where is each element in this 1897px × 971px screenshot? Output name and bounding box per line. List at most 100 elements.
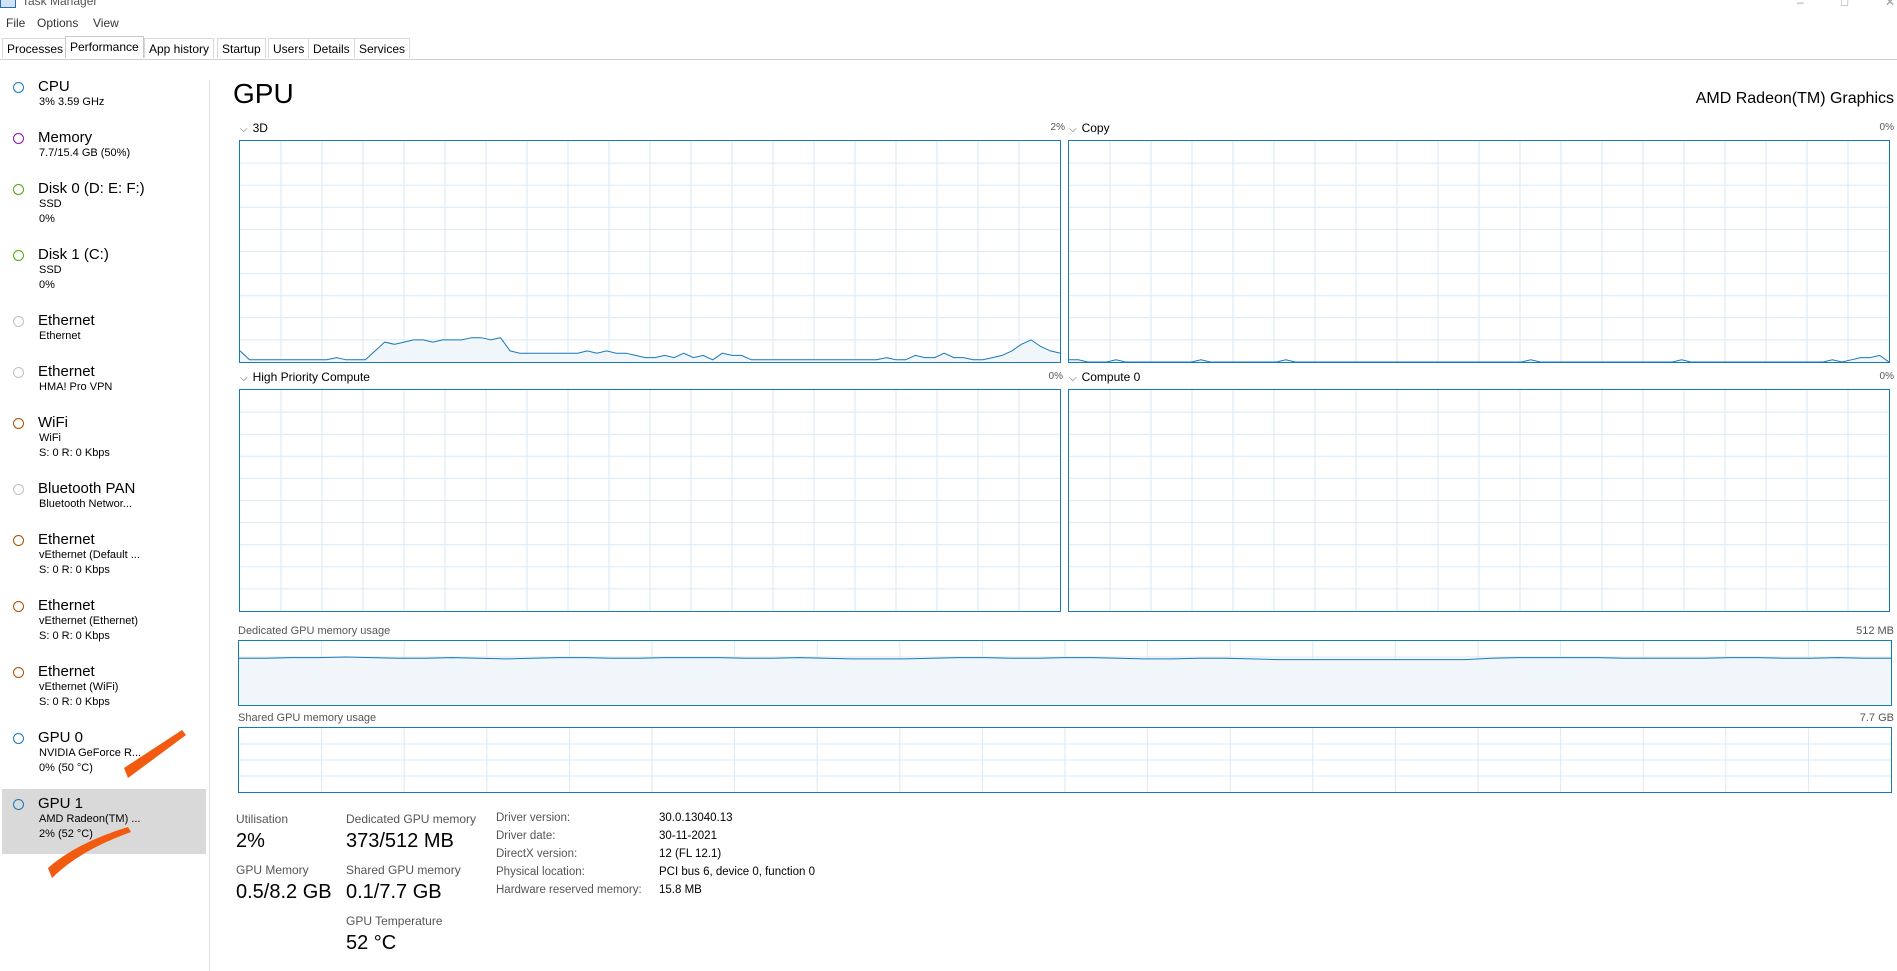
driver-version-value: 30.0.13040.13 [659, 812, 733, 824]
chevron-down-icon: ⌵ [240, 124, 248, 135]
directx-version-label: DirectX version: [496, 848, 578, 860]
close-button[interactable]: ✕ [1885, 0, 1895, 9]
shared-gpu-memory-value: 0.1/7.7 GB [346, 881, 442, 903]
dedicated-memory-label: Dedicated GPU memory usage [238, 625, 391, 637]
sidebar-item-stat: 2% (52 °C) [39, 828, 93, 840]
sidebar-item-name: Ethernet [38, 312, 95, 329]
sidebar-item-ethernet[interactable]: Ethernet vEthernet (Ethernet) S: 0 R: 0 Kb… [2, 597, 206, 655]
tab-details[interactable]: Details [308, 38, 355, 58]
sidebar-item-detail: 3% 3.59 GHz [39, 96, 105, 108]
sidebar-item-detail: vEthernet (Ethernet) [39, 615, 139, 627]
tab-performance[interactable]: Performance [65, 36, 144, 58]
engine-selector-copy[interactable]: ⌵ Copy [1069, 121, 1110, 135]
tab-startup[interactable]: Startup [217, 38, 266, 58]
sidebar-item-name: Disk 1 (C:) [38, 246, 109, 263]
chevron-down-icon: ⌵ [1069, 373, 1077, 384]
sidebar-item-stat: 0% [39, 279, 55, 291]
engine-selector-high-priority-compute[interactable]: ⌵ High Priority Compute [240, 370, 370, 384]
sidebar-item-stat: 0% (50 °C) [39, 762, 93, 774]
sidebar-item-name: GPU 1 [38, 795, 84, 812]
directx-version-value: 12 (FL 12.1) [659, 848, 722, 860]
sidebar-item-name: CPU [38, 78, 70, 95]
status-circle-icon [13, 601, 24, 612]
sidebar-divider [209, 80, 210, 971]
engine-graph-high-priority-compute [239, 389, 1061, 612]
sidebar-item-disk-0-d-e-f[interactable]: Disk 0 (D: E: F:) SSD 0% [2, 180, 206, 238]
sidebar-item-stat: S: 0 R: 0 Kbps [39, 630, 110, 642]
sidebar-item-detail: SSD [39, 198, 62, 210]
page-title: GPU [233, 78, 294, 109]
menu-view[interactable]: View [93, 16, 119, 30]
sidebar-item-detail: AMD Radeon(TM) ... [39, 813, 141, 825]
tab-services[interactable]: Services [354, 38, 411, 58]
sidebar-item-detail: vEthernet (Default ... [39, 549, 140, 561]
sidebar-item-detail: vEthernet (WiFi) [39, 681, 119, 693]
engine-label: Compute 0 [1081, 370, 1141, 384]
menu-file[interactable]: File [6, 16, 25, 30]
status-circle-icon [13, 535, 24, 546]
status-circle-icon [13, 82, 24, 93]
minimize-button[interactable]: – [1797, 0, 1804, 9]
sidebar-item-stat: S: 0 R: 0 Kbps [39, 447, 110, 459]
sidebar-item-cpu[interactable]: CPU 3% 3.59 GHz [2, 78, 206, 122]
engine-label: 3D [252, 121, 268, 135]
tab-strip: Processes Performance App history Startu… [0, 36, 1897, 60]
window-title: Task Manager [22, 0, 98, 8]
sidebar-item-ethernet[interactable]: Ethernet vEthernet (Default ... S: 0 R: 0 … [2, 531, 206, 589]
utilisation-value: 2% [236, 830, 265, 852]
sidebar-item-name: Disk 0 (D: E: F:) [38, 180, 145, 197]
sidebar-item-memory[interactable]: Memory 7.7/15.4 GB (50%) [2, 129, 206, 173]
status-circle-icon [13, 799, 24, 810]
sidebar-item-detail: WiFi [39, 432, 61, 444]
utilisation-label: Utilisation [236, 812, 289, 826]
sidebar-item-ethernet[interactable]: Ethernet HMA! Pro VPN [2, 363, 206, 407]
shared-memory-graph [238, 727, 1892, 793]
tab-users[interactable]: Users [268, 38, 310, 58]
usage-area [239, 657, 1891, 705]
sidebar-item-stat: S: 0 R: 0 Kbps [39, 564, 110, 576]
sidebar-item-detail: NVIDIA GeForce R... [39, 747, 142, 759]
driver-date-label: Driver date: [496, 830, 556, 842]
chevron-down-icon: ⌵ [240, 373, 248, 384]
gpu-model-name: AMD Radeon(TM) Graphics [1695, 90, 1894, 107]
shared-gpu-memory-label: Shared GPU memory [346, 863, 461, 877]
sidebar-item-gpu-1[interactable]: GPU 1 AMD Radeon(TM) ... 2% (52 °C) [2, 789, 206, 854]
engine-selector-compute-0[interactable]: ⌵ Compute 0 [1069, 370, 1140, 384]
sidebar-item-name: Memory [38, 129, 93, 146]
hardware-reserved-memory-value: 15.8 MB [659, 884, 702, 896]
maximize-button[interactable]: □ [1841, 0, 1848, 9]
sidebar-item-ethernet[interactable]: Ethernet Ethernet [2, 312, 206, 356]
sidebar-item-bluetooth-pan[interactable]: Bluetooth PAN Bluetooth Networ... [2, 480, 206, 524]
engine-label: High Priority Compute [252, 370, 370, 384]
tab-processes[interactable]: Processes [2, 38, 69, 58]
menu-options[interactable]: Options [37, 16, 78, 30]
sidebar-item-name: WiFi [38, 414, 68, 431]
menu-bar: File Options View [0, 14, 1897, 34]
sidebar-item-name: Ethernet [38, 597, 95, 614]
sidebar-item-gpu-0[interactable]: GPU 0 NVIDIA GeForce R... 0% (50 °C) [2, 729, 206, 787]
dedicated-gpu-memory-label: Dedicated GPU memory [346, 812, 477, 826]
engine-selector-3d[interactable]: ⌵ 3D [240, 121, 268, 135]
shared-memory-max: 7.7 GB [1859, 712, 1894, 724]
sidebar-item-detail: HMA! Pro VPN [39, 381, 113, 393]
status-circle-icon [13, 418, 24, 429]
driver-date-value: 30-11-2021 [659, 830, 717, 842]
gpu-temperature-value: 52 °C [346, 932, 397, 954]
engine-graph-compute-0 [1068, 389, 1890, 612]
resource-sidebar: CPU 3% 3.59 GHz Memory 7.7/15.4 GB (50%) Dis… [0, 72, 209, 971]
engine-graph-copy [1068, 140, 1890, 363]
chevron-down-icon: ⌵ [1069, 124, 1077, 135]
sidebar-item-detail: 7.7/15.4 GB (50%) [39, 147, 131, 159]
dedicated-memory-max: 512 MB [1856, 625, 1894, 637]
status-circle-icon [13, 184, 24, 195]
sidebar-item-disk-1-c[interactable]: Disk 1 (C:) SSD 0% [2, 246, 206, 304]
engine-percent: 2% [1050, 122, 1065, 133]
sidebar-item-wifi[interactable]: WiFi WiFi S: 0 R: 0 Kbps [2, 414, 206, 472]
tab-app-history[interactable]: App history [144, 38, 215, 58]
sidebar-item-name: Bluetooth PAN [38, 480, 136, 497]
status-circle-icon [13, 484, 24, 495]
dedicated-gpu-memory-value: 373/512 MB [346, 830, 454, 852]
driver-version-label: Driver version: [496, 812, 571, 824]
sidebar-item-ethernet[interactable]: Ethernet vEthernet (WiFi) S: 0 R: 0 Kbps [2, 663, 206, 721]
sidebar-item-name: Ethernet [38, 363, 95, 380]
